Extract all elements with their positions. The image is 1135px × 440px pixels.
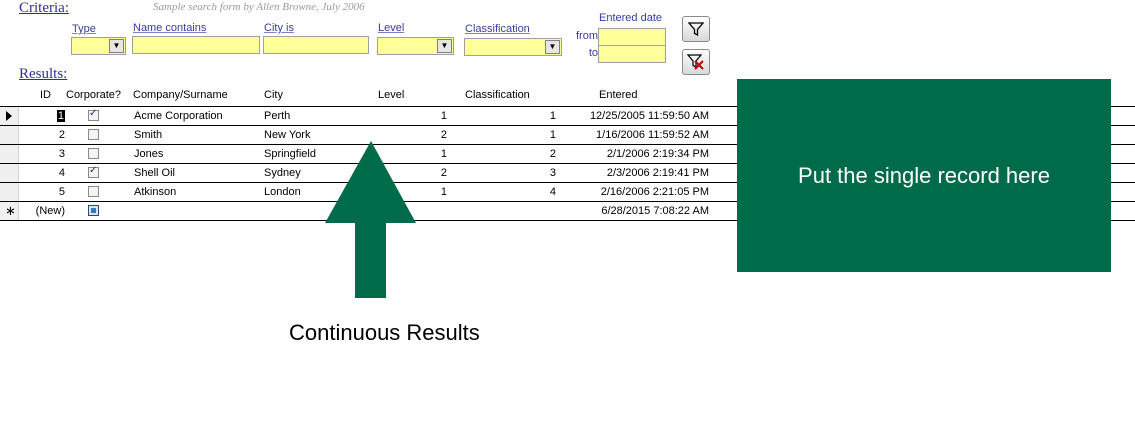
company-cell[interactable]: Smith (134, 129, 162, 141)
criteria-label: Criteria: (19, 0, 69, 16)
record-selector[interactable] (0, 183, 19, 201)
record-selector[interactable] (0, 164, 19, 182)
remove-filter-button[interactable] (682, 49, 710, 75)
chevron-down-icon[interactable]: ▼ (109, 39, 124, 53)
id-cell[interactable]: 4 (30, 167, 65, 179)
level-label: Level (378, 22, 405, 34)
corporate-checkbox[interactable] (88, 186, 99, 197)
name-contains-label: Name contains (133, 22, 207, 34)
classification-cell[interactable]: 1 (500, 129, 556, 141)
id-cell[interactable]: 2 (30, 129, 65, 141)
city-cell[interactable]: New York (264, 129, 310, 141)
city-cell[interactable]: Sydney (264, 167, 301, 179)
to-label: to (588, 47, 598, 59)
arrow-up-icon (325, 141, 416, 298)
author-note: Sample search form by Allen Browne, July… (153, 1, 365, 13)
chevron-down-icon[interactable]: ▼ (437, 39, 452, 53)
from-label: from (576, 30, 598, 42)
entered-date-label: Entered date (599, 12, 662, 24)
filter-icon (688, 22, 704, 37)
type-combo[interactable]: ▼ (71, 37, 126, 55)
company-cell[interactable]: Shell Oil (134, 167, 175, 179)
col-header-entered: Entered (599, 89, 638, 101)
level-cell[interactable]: 2 (400, 129, 447, 141)
chevron-down-icon[interactable]: ▼ (545, 40, 560, 54)
date-to-input[interactable] (598, 45, 666, 63)
col-header-classification: Classification (465, 89, 530, 101)
classification-combo[interactable]: ▼ (464, 38, 562, 56)
city-cell[interactable]: Springfield (264, 148, 316, 160)
single-record-placeholder: Put the single record here (737, 79, 1111, 272)
continuous-results-caption: Continuous Results (289, 320, 480, 345)
entered-cell[interactable]: 2/3/2006 2:19:41 PM (570, 167, 709, 179)
id-cell[interactable]: 5 (30, 186, 65, 198)
date-from-input[interactable] (598, 28, 666, 46)
city-cell[interactable]: Perth (264, 110, 290, 122)
id-cell[interactable]: 1 (30, 110, 65, 122)
entered-cell[interactable]: 1/16/2006 11:59:52 AM (570, 129, 709, 141)
id-cell[interactable]: (New) (30, 205, 65, 217)
corporate-checkbox[interactable] (88, 165, 99, 178)
col-header-corporate: Corporate? (66, 89, 122, 101)
record-selector[interactable] (0, 145, 19, 163)
remove-filter-icon (687, 54, 704, 70)
id-cell[interactable]: 3 (30, 148, 65, 160)
city-cell[interactable]: London (264, 186, 301, 198)
company-cell[interactable]: Acme Corporation (134, 110, 223, 122)
record-selector[interactable] (0, 126, 19, 144)
corporate-checkbox[interactable] (88, 148, 99, 159)
corporate-checkbox[interactable] (88, 205, 99, 216)
classification-label: Classification (465, 23, 530, 35)
company-cell[interactable]: Atkinson (134, 186, 176, 198)
classification-cell[interactable]: 4 (500, 186, 556, 198)
entered-cell[interactable]: 12/25/2005 11:59:50 AM (570, 110, 709, 122)
classification-cell[interactable]: 3 (500, 167, 556, 179)
col-header-city: City (264, 89, 283, 101)
name-contains-input[interactable] (132, 36, 260, 54)
current-record-icon[interactable] (0, 107, 19, 125)
entered-cell[interactable]: 2/16/2006 2:21:05 PM (570, 186, 709, 198)
city-is-input[interactable] (263, 36, 369, 54)
new-record-icon[interactable]: ∗ (0, 202, 19, 220)
corporate-checkbox[interactable] (88, 129, 99, 140)
city-is-label: City is (264, 22, 294, 34)
classification-cell[interactable]: 2 (500, 148, 556, 160)
entered-cell[interactable]: 6/28/2015 7:08:22 AM (570, 205, 709, 217)
level-combo[interactable]: ▼ (377, 37, 454, 55)
entered-cell[interactable]: 2/1/2006 2:19:34 PM (570, 148, 709, 160)
col-header-company: Company/Surname (133, 89, 228, 101)
type-label: Type (72, 23, 96, 35)
results-label: Results: (19, 66, 68, 82)
filter-button[interactable] (682, 16, 710, 42)
company-cell[interactable]: Jones (134, 148, 163, 160)
corporate-checkbox[interactable] (88, 108, 99, 121)
col-header-level: Level (378, 89, 405, 101)
single-record-text: Put the single record here (798, 162, 1050, 188)
classification-cell[interactable]: 1 (500, 110, 556, 122)
col-header-id: ID (40, 89, 51, 101)
level-cell[interactable]: 1 (400, 110, 447, 122)
